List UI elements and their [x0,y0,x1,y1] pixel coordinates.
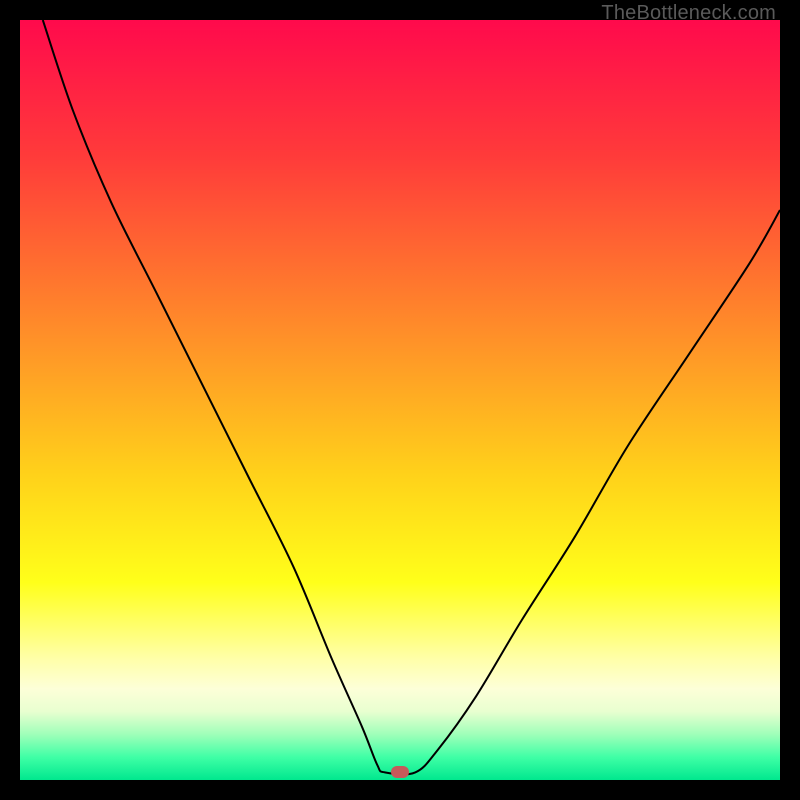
min-point-marker [391,766,409,778]
bottleneck-curve [20,20,780,780]
plot-area [20,20,780,780]
chart-frame: TheBottleneck.com [0,0,800,800]
